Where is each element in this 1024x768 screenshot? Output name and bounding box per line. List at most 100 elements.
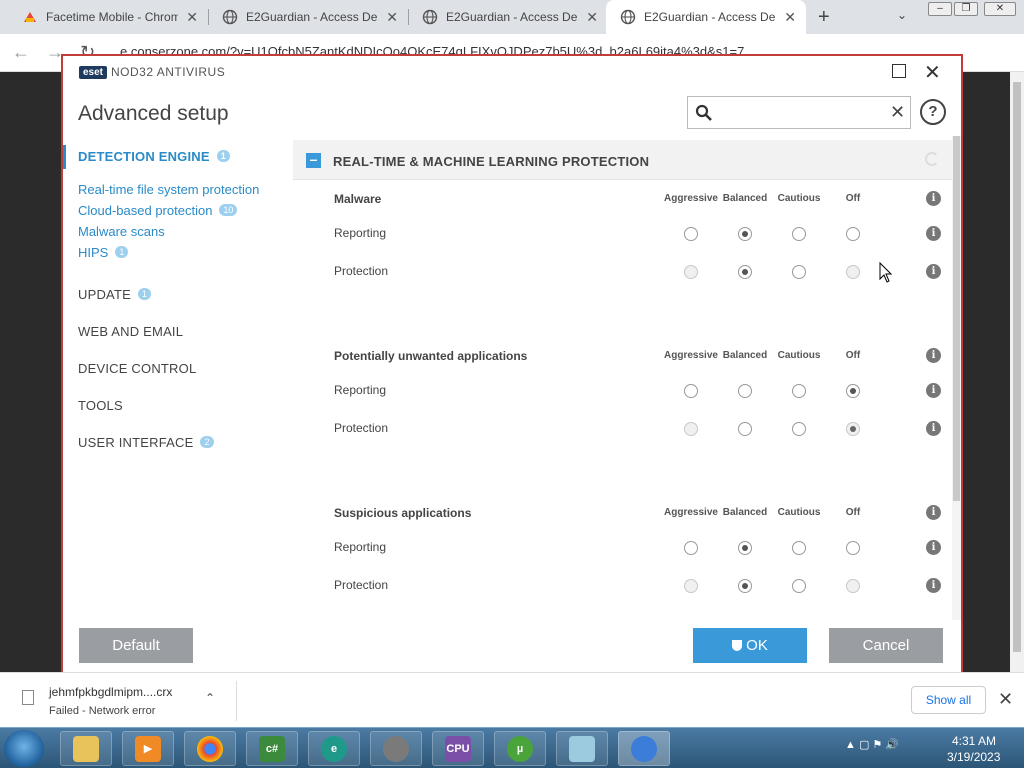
radio-off[interactable]	[846, 384, 860, 398]
radio-aggressive[interactable]	[684, 265, 698, 279]
clock-time[interactable]: 4:31 AM	[952, 734, 996, 748]
info-icon[interactable]: i	[926, 383, 941, 398]
revert-icon[interactable]	[925, 152, 939, 166]
taskbar-csharp[interactable]: c#	[246, 731, 298, 766]
nav-label: WEB AND EMAIL	[78, 324, 184, 339]
setting-row-label: Protection	[334, 264, 389, 278]
content-scrollbar[interactable]	[952, 136, 961, 620]
divider	[236, 681, 237, 721]
ok-button[interactable]: OK	[693, 628, 807, 663]
close-window-button[interactable]: ✕	[984, 2, 1016, 16]
app-icon	[383, 735, 409, 762]
default-button-label: Default	[112, 637, 160, 654]
chevron-up-icon[interactable]: ⌃	[205, 691, 215, 705]
radio-off[interactable]	[846, 579, 860, 593]
radio-cautious[interactable]	[792, 541, 806, 555]
system-tray-icons[interactable]: ▲ ▢ ⚑ 🔊	[845, 738, 899, 751]
info-icon[interactable]: i	[926, 540, 941, 555]
radio-balanced[interactable]	[738, 541, 752, 555]
nav-user-interface[interactable]: USER INTERFACE 2	[78, 435, 214, 450]
info-icon[interactable]: i	[926, 191, 941, 206]
taskbar-cpuz[interactable]: CPU	[432, 731, 484, 766]
radio-aggressive[interactable]	[684, 384, 698, 398]
radio-cautious[interactable]	[792, 579, 806, 593]
utorrent-icon: µ	[507, 735, 533, 762]
taskbar-eset[interactable]: e	[308, 731, 360, 766]
radio-cautious[interactable]	[792, 422, 806, 436]
radio-off[interactable]	[846, 265, 860, 279]
info-icon[interactable]: i	[926, 348, 941, 363]
nav-label: HIPS	[78, 245, 109, 260]
radio-off[interactable]	[846, 227, 860, 241]
nav-web-and-email[interactable]: WEB AND EMAIL	[78, 324, 183, 339]
radio-balanced[interactable]	[738, 579, 752, 593]
nav-subitem-cloud-protection[interactable]: Cloud-based protection 10	[78, 203, 238, 218]
tab-label: Facetime Mobile - Chrom	[46, 10, 178, 24]
minimize-window-button[interactable]: –	[928, 2, 952, 16]
radio-cautious[interactable]	[792, 265, 806, 279]
tab-close-icon[interactable]: ✕	[186, 9, 198, 26]
clear-search-icon[interactable]: ✕	[890, 102, 905, 123]
info-icon[interactable]: i	[926, 264, 941, 279]
taskbar-notepad[interactable]	[556, 731, 608, 766]
radio-balanced[interactable]	[738, 422, 752, 436]
radio-aggressive[interactable]	[684, 579, 698, 593]
info-icon[interactable]: i	[926, 226, 941, 241]
tab-search-chevron-icon[interactable]: ⌄	[897, 8, 907, 22]
close-shelf-icon[interactable]: ✕	[998, 689, 1013, 710]
default-button[interactable]: Default	[79, 628, 193, 663]
cancel-button[interactable]: Cancel	[829, 628, 943, 663]
taskbar-media-player[interactable]: ▶	[122, 731, 174, 766]
page-scrollbar-thumb[interactable]	[1013, 82, 1021, 652]
taskbar-utorrent[interactable]: µ	[494, 731, 546, 766]
taskbar-chrome[interactable]	[184, 731, 236, 766]
browser-tab-active[interactable]: E2Guardian - Access Den ✕	[606, 0, 806, 34]
content-scrollbar-thumb[interactable]	[953, 136, 960, 501]
download-filename[interactable]: jehmfpkbgdlmipm....crx	[49, 685, 172, 699]
nav-subitem-hips[interactable]: HIPS 1	[78, 245, 129, 260]
nav-subitem-malware-scans[interactable]: Malware scans	[78, 224, 165, 239]
nav-device-control[interactable]: DEVICE CONTROL	[78, 361, 196, 376]
taskbar-app[interactable]	[370, 731, 422, 766]
close-dialog-icon[interactable]: ✕	[924, 60, 941, 85]
info-icon[interactable]: i	[926, 505, 941, 520]
radio-aggressive[interactable]	[684, 422, 698, 436]
maximize-icon[interactable]	[892, 64, 906, 78]
search-box[interactable]: ✕	[687, 96, 911, 129]
taskbar-explorer[interactable]	[60, 731, 112, 766]
browser-tab[interactable]: E2Guardian - Access Den ✕	[408, 0, 608, 34]
nav-detection-engine[interactable]: DETECTION ENGINE 1	[78, 149, 230, 164]
nav-tools[interactable]: TOOLS	[78, 398, 123, 413]
section-header[interactable]: – REAL-TIME & MACHINE LEARNING PROTECTIO…	[293, 140, 953, 180]
radio-off[interactable]	[846, 541, 860, 555]
tab-close-icon[interactable]: ✕	[784, 9, 796, 26]
info-icon[interactable]: i	[926, 421, 941, 436]
clock-date[interactable]: 3/19/2023	[947, 750, 1000, 764]
radio-balanced[interactable]	[738, 227, 752, 241]
start-button[interactable]	[4, 730, 44, 767]
radio-balanced[interactable]	[738, 265, 752, 279]
tab-close-icon[interactable]: ✕	[386, 9, 398, 26]
radio-balanced[interactable]	[738, 384, 752, 398]
collapse-icon[interactable]: –	[306, 152, 321, 168]
tab-close-icon[interactable]: ✕	[586, 9, 598, 26]
new-tab-button[interactable]: +	[818, 6, 830, 29]
nav-update[interactable]: UPDATE 1	[78, 287, 152, 302]
taskbar-browser-active[interactable]	[618, 731, 670, 766]
search-input[interactable]	[718, 103, 888, 123]
browser-tab[interactable]: E2Guardian - Access Den ✕	[208, 0, 408, 34]
radio-aggressive[interactable]	[684, 227, 698, 241]
show-all-button[interactable]: Show all	[911, 686, 986, 714]
radio-aggressive[interactable]	[684, 541, 698, 555]
info-icon[interactable]: i	[926, 578, 941, 593]
radio-cautious[interactable]	[792, 227, 806, 241]
help-icon[interactable]: ?	[920, 99, 946, 125]
restore-window-button[interactable]: ❐	[954, 2, 978, 16]
folder-icon	[73, 735, 99, 762]
browser-tab[interactable]: Facetime Mobile - Chrom ✕	[8, 0, 208, 34]
back-arrow-icon[interactable]: ←	[12, 42, 30, 63]
radio-cautious[interactable]	[792, 384, 806, 398]
nav-subitem-realtime-protection[interactable]: Real-time file system protection	[78, 182, 259, 197]
page-scrollbar[interactable]	[1010, 72, 1024, 672]
radio-off[interactable]	[846, 422, 860, 436]
